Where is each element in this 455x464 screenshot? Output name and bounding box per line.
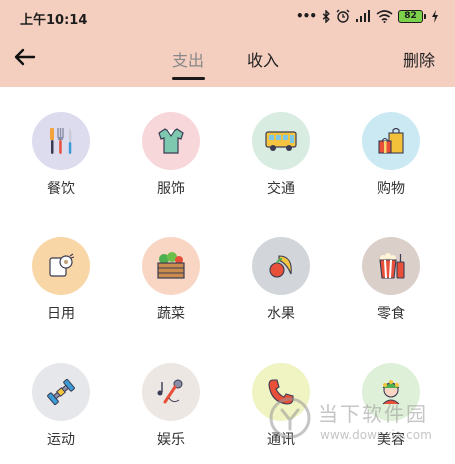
category-icon-circle bbox=[362, 237, 420, 295]
music-icon bbox=[157, 379, 183, 404]
alarm-icon bbox=[336, 9, 350, 23]
category-label: 餐饮 bbox=[47, 181, 75, 197]
dumbbell-icon bbox=[47, 378, 75, 406]
category-label: 零食 bbox=[377, 306, 405, 322]
category-icon-circle bbox=[362, 112, 420, 170]
toilet-paper-icon bbox=[49, 253, 75, 277]
fruit-icon bbox=[269, 255, 292, 278]
signal-icon bbox=[356, 9, 370, 22]
back-button[interactable] bbox=[12, 44, 38, 70]
battery-icon: 82 bbox=[398, 9, 426, 23]
category-icon-circle bbox=[32, 112, 90, 170]
category-entertainment[interactable]: 娱乐 bbox=[121, 363, 221, 449]
watermark-text: 当下软件园 bbox=[318, 402, 428, 426]
bluetooth-icon bbox=[322, 9, 330, 23]
category-icon-circle bbox=[252, 237, 310, 295]
category-sports[interactable]: 运动 bbox=[11, 363, 111, 449]
category-vegetables[interactable]: 蔬菜 bbox=[121, 237, 221, 323]
category-shopping[interactable]: 购物 bbox=[341, 112, 441, 198]
status-icons: ••• 82 bbox=[296, 9, 439, 23]
shopping-bag-icon bbox=[378, 127, 404, 154]
category-label: 蔬菜 bbox=[157, 306, 185, 322]
category-dining[interactable]: 餐饮 bbox=[11, 112, 111, 198]
wifi-icon bbox=[376, 9, 393, 23]
category-icon-circle bbox=[142, 363, 200, 421]
category-clothing[interactable]: 服饰 bbox=[121, 112, 221, 198]
category-snacks[interactable]: 零食 bbox=[341, 237, 441, 323]
category-label: 运动 bbox=[47, 432, 75, 448]
category-icon-circle bbox=[252, 112, 310, 170]
category-daily-use[interactable]: 日用 bbox=[11, 237, 111, 323]
charging-icon bbox=[432, 9, 438, 23]
category-label: 交通 bbox=[267, 181, 295, 197]
battery-level: 82 bbox=[398, 9, 423, 23]
category-fruit[interactable]: 水果 bbox=[231, 237, 331, 323]
category-label: 服饰 bbox=[157, 181, 185, 197]
watermark-url: www.downxia.com bbox=[320, 428, 432, 442]
watermark: 当下软件园 www.downxia.com bbox=[268, 388, 453, 458]
back-arrow-icon bbox=[14, 48, 36, 66]
shirt-icon bbox=[158, 128, 184, 154]
status-time: 上午10:14 bbox=[20, 13, 88, 28]
delete-button[interactable]: 删除 bbox=[403, 47, 435, 71]
category-transport[interactable]: 交通 bbox=[231, 112, 331, 198]
category-label: 购物 bbox=[377, 181, 405, 197]
category-icon-circle bbox=[32, 363, 90, 421]
tab-income[interactable]: 收入 bbox=[247, 47, 279, 71]
active-tab-indicator bbox=[172, 77, 205, 80]
bus-icon bbox=[265, 131, 297, 151]
status-bar: 上午10:14 ••• 82 bbox=[0, 0, 455, 34]
category-icon-circle bbox=[32, 237, 90, 295]
watermark-logo-icon bbox=[269, 397, 311, 439]
utensils-icon bbox=[50, 128, 72, 154]
vegetable-crate-icon bbox=[157, 252, 185, 279]
category-label: 日用 bbox=[47, 306, 75, 322]
category-icon-circle bbox=[142, 112, 200, 170]
category-label: 水果 bbox=[267, 306, 295, 322]
tab-expense[interactable]: 支出 bbox=[172, 47, 204, 71]
more-dots-icon: ••• bbox=[295, 9, 317, 23]
nav-bar: 支出 收入 删除 bbox=[0, 34, 455, 87]
category-icon-circle bbox=[142, 237, 200, 295]
category-label: 娱乐 bbox=[157, 432, 185, 448]
snack-icon bbox=[379, 253, 405, 279]
